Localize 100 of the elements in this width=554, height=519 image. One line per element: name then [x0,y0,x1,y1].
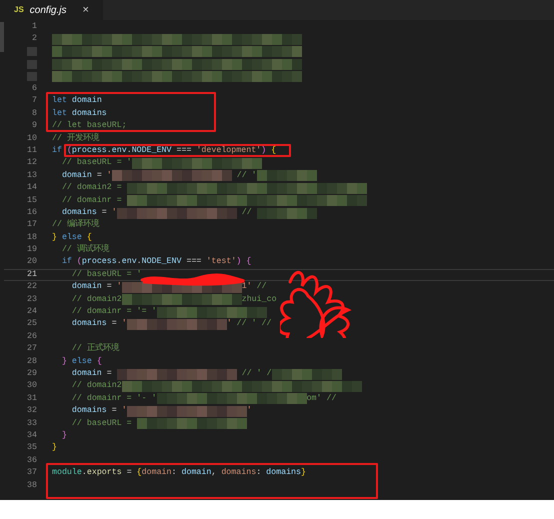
code-token: . [106,146,112,156]
code-token: ) [261,146,266,156]
code-token: env [112,146,127,156]
code-token: ' [122,407,127,416]
code-token: if [52,146,63,156]
code-token: domain [70,370,102,378]
line-number: 33 [27,420,37,428]
code-token: . [136,258,142,267]
code-token: } [52,234,57,242]
code-token: } [60,358,67,366]
code-token: : [172,469,178,478]
line-number: 18 [27,234,37,242]
code-token: { [245,258,252,267]
line-number: 7 [32,97,37,106]
code-token: 'development' [196,146,262,156]
code-token: // baseURL = [70,420,133,428]
scrollbar[interactable] [0,22,4,52]
code-token: domains [60,208,97,218]
code-token: . [116,258,122,267]
code-token: ' [112,208,117,218]
tab-title: config.js [30,4,66,18]
code-token: // domainr = [60,196,123,205]
code-token: ( [76,258,82,267]
code-token: module [52,469,82,478]
code-token: { [270,146,276,156]
line-number: 20 [27,258,37,267]
code-token: { [96,358,102,366]
code-token: domains [221,469,256,478]
code-token: else [70,358,93,366]
code-token: domain [142,469,172,478]
line-number: 13 [27,172,37,180]
code-token: // ' [236,172,257,180]
line-number: 8 [32,110,37,118]
line-number: 35 [27,444,37,453]
code-token: ' [116,283,122,292]
line-number: 17 [27,221,37,230]
line-number: 16 [27,208,37,218]
code-token: === [176,146,192,156]
line-number: 36 [27,456,37,466]
line-number: 27 [27,345,37,354]
code-token: process [72,146,107,156]
code-token: // 正式环境 [70,345,119,354]
code-token: // 调试环境 [60,246,109,254]
code-token: = [100,208,108,218]
code-token: domain [181,469,212,478]
code-token: NODE_ENV [132,146,172,156]
line-number: 30 [27,382,37,391]
code-token: // 开发环境 [52,134,99,143]
line-number: 28 [27,358,37,366]
code-token: // ' // [236,320,272,329]
code-token: ( [66,146,72,156]
code-token: } [60,432,67,440]
close-icon[interactable]: × [82,2,89,18]
code-token: : [256,469,262,478]
code-token: // [256,283,267,292]
code-token: // domain2 [70,296,122,304]
line-number: 29 [27,370,37,378]
line-number: 26 [27,332,37,342]
code-token: let [52,110,68,118]
line-number: 12 [27,159,37,168]
line-number: 2 [32,35,37,44]
code-token: process [82,258,117,267]
code-token: = [110,320,118,329]
line-number: 24 [27,308,37,316]
line-number: 25 [27,320,37,329]
code-token: env [122,258,137,267]
line-number: 34 [27,432,37,440]
line-number: 6 [32,85,37,94]
line-number: 32 [27,407,37,416]
file-tab[interactable]: JS config.js × [0,0,103,20]
code-token: let [52,97,68,106]
code-token: om' // [306,394,336,404]
code-token: exports [86,469,122,478]
code-token: // domain2 = [60,184,123,192]
code-token: // baseURL = ' [60,159,132,168]
code-token: ' [246,407,252,416]
line-number: 10 [27,134,37,143]
line-number: 37 [27,469,37,478]
line-number: 9 [32,122,37,130]
line-number: 15 [27,196,37,205]
code-token: = [106,283,113,292]
line-number: 21 [27,270,37,280]
code-token: = [106,370,113,378]
code-token: . [82,469,87,478]
line-number: 31 [27,394,37,404]
code-token: ' [106,172,112,180]
code-token: domains [70,407,107,416]
code-token: // [240,208,253,218]
code-token: else [60,234,83,242]
code-token: domains [70,320,107,329]
line-number: 11 [27,146,37,156]
code-token: domain [70,283,102,292]
code-token: ) [236,258,242,267]
code-token: 'test' [206,258,236,267]
code-token: // let baseURL; [52,122,127,130]
line-number: 19 [27,246,37,254]
code-token: = [126,469,133,478]
code-token: // ' / [240,370,272,378]
code-token: { [86,234,92,242]
code-token: 1' [242,283,252,292]
